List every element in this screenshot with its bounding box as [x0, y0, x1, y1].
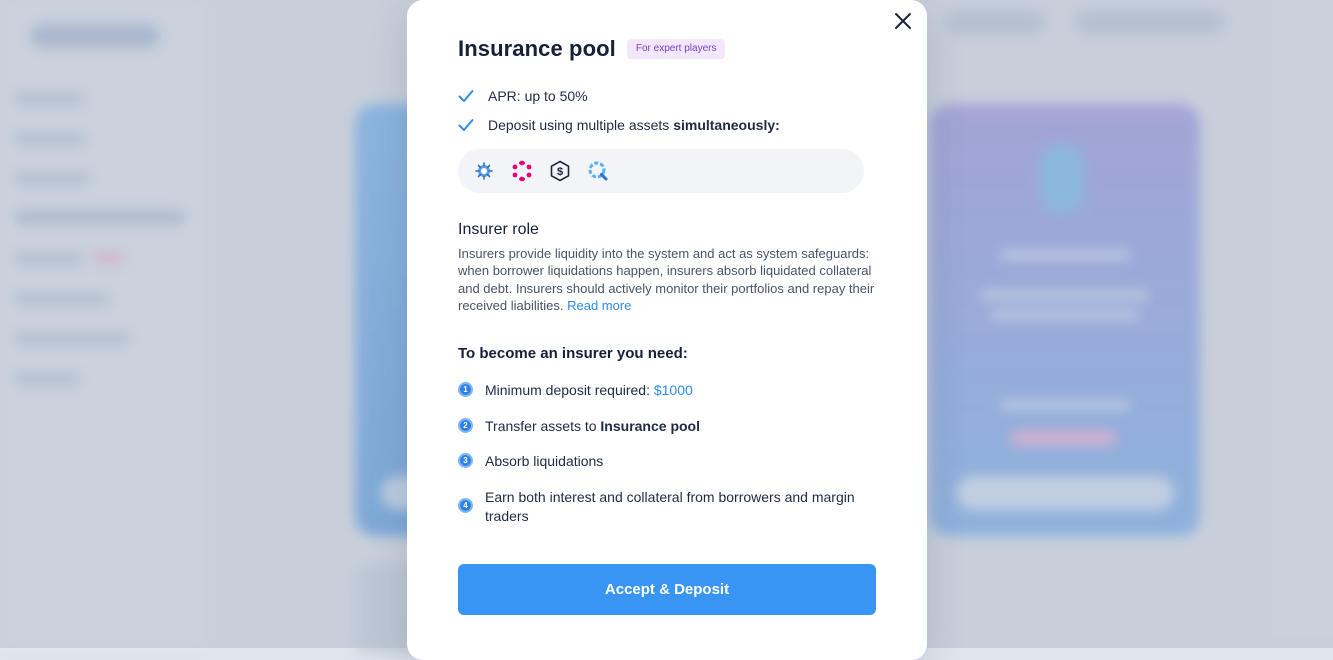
close-button[interactable]	[891, 9, 915, 33]
feature-apr: APR: up to 50%	[458, 88, 588, 104]
insurance-pool-modal: Insurance pool For expert players APR: u…	[407, 0, 927, 660]
step-text: Minimum deposit required: $1000	[485, 382, 693, 398]
asset-1-icon	[473, 160, 495, 182]
feature-multi-asset: Deposit using multiple assets simultaneo…	[458, 117, 780, 133]
step-number-icon: 4	[458, 498, 473, 513]
close-icon	[895, 13, 911, 29]
step-number-icon: 2	[458, 418, 473, 433]
modal-title: Insurance pool	[458, 36, 616, 61]
feature-text-bold: simultaneously:	[673, 117, 780, 133]
read-more-link[interactable]: Read more	[567, 298, 631, 313]
step-text: Absorb liquidations	[485, 453, 604, 469]
stablecoin-icon: $	[549, 160, 571, 182]
insurer-role-description: Insurers provide liquidity into the syst…	[458, 245, 878, 315]
requirement-step: 3 Absorb liquidations	[458, 452, 868, 471]
step-text: Earn both interest and collateral from b…	[485, 489, 855, 524]
requirement-step: 1 Minimum deposit required: $1000	[458, 381, 868, 400]
requirements-heading: To become an insurer you need:	[458, 345, 688, 362]
accept-deposit-button[interactable]: Accept & Deposit	[458, 564, 876, 615]
feature-text: Deposit using multiple assets	[488, 117, 674, 133]
requirement-step: 2 Transfer assets to Insurance pool	[458, 417, 868, 436]
insurer-role-heading: Insurer role	[458, 221, 539, 238]
check-icon	[458, 90, 474, 102]
modal-header: Insurance pool For expert players	[458, 36, 726, 62]
feature-text: APR: up to 50%	[488, 88, 588, 104]
polkadot-icon	[511, 160, 533, 182]
expert-badge: For expert players	[626, 39, 726, 59]
requirement-step: 4 Earn both interest and collateral from…	[458, 488, 868, 526]
check-icon	[458, 119, 474, 131]
step-number-icon: 3	[458, 453, 473, 468]
step-text: Transfer assets to Insurance pool	[485, 418, 700, 434]
supported-assets: $	[458, 149, 864, 193]
minimum-deposit-amount: $1000	[653, 382, 693, 398]
asset-4-icon	[587, 160, 609, 182]
step-number-icon: 1	[458, 382, 473, 397]
svg-text:$: $	[557, 166, 563, 178]
insurer-role-text: Insurers provide liquidity into the syst…	[458, 246, 875, 314]
